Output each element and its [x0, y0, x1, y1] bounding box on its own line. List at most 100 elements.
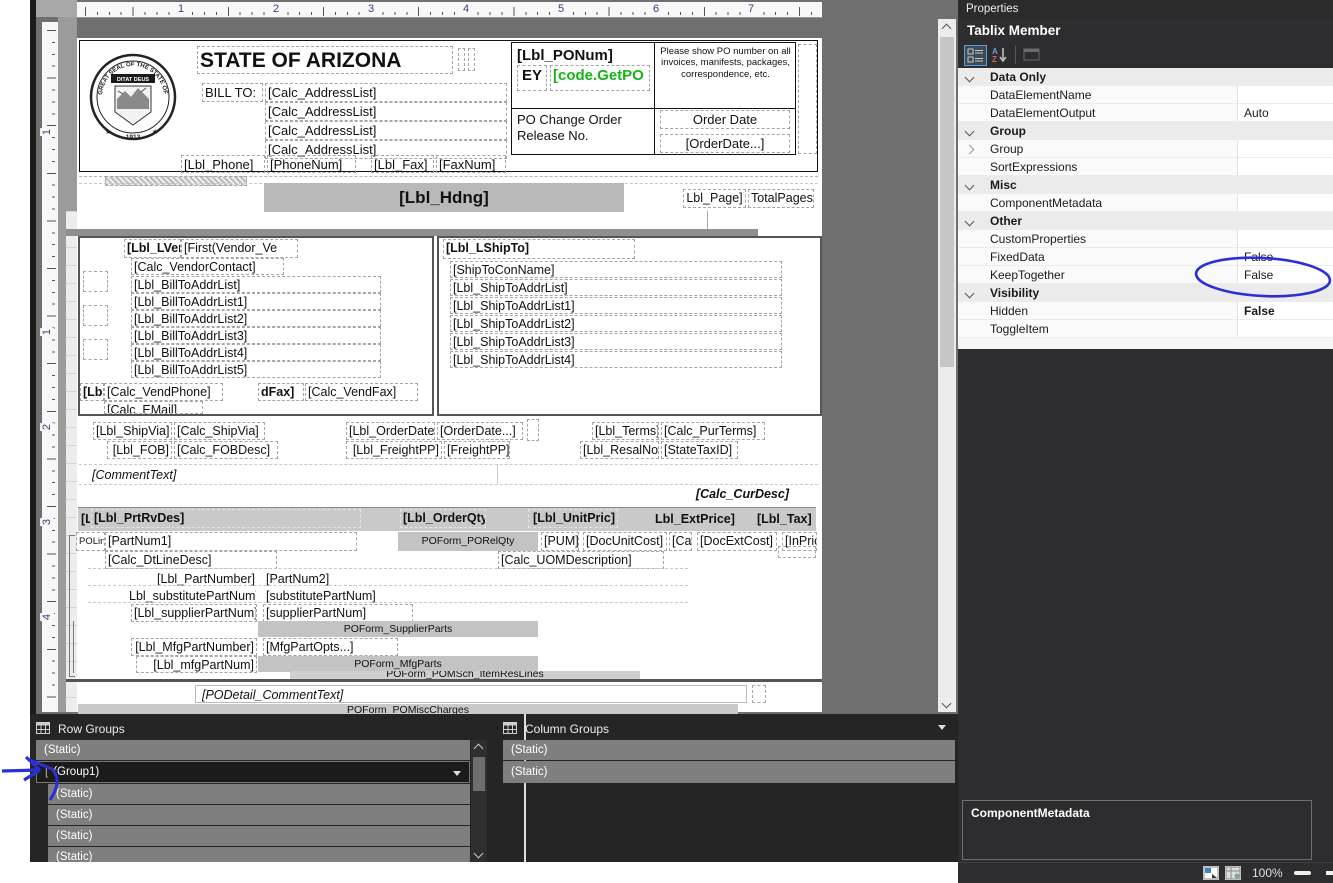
field-vend-fax-label[interactable]: dFax] [258, 383, 304, 401]
field-comment-text[interactable]: [CommentText] [89, 466, 289, 484]
band-supplierparts[interactable]: POForm_SupplierParts [258, 621, 538, 637]
field-orderdate[interactable]: [OrderDate...] [437, 422, 523, 440]
field-poline[interactable]: POLine [76, 532, 105, 551]
row-group-static-3[interactable]: (Static) [48, 805, 470, 825]
row-groups-scrollbar[interactable] [471, 740, 487, 862]
field-statetaxid[interactable]: [StateTaxID] [661, 441, 738, 459]
field-vend-phone-label[interactable]: [Lbl_Bi [80, 383, 104, 401]
field-uomdesc[interactable]: [Calc_UOMDescription] [498, 551, 664, 569]
field-order-date-label[interactable]: Order Date [660, 110, 790, 129]
field-total-pages[interactable]: TotalPages] [748, 189, 814, 208]
field-shipto-addr2[interactable]: [Lbl_ShipToAddrList2] [450, 315, 782, 332]
field-resalno-label[interactable]: [Lbl_ResalNo] [580, 441, 659, 459]
field-pum[interactable]: [PUM] [541, 532, 579, 551]
field-shipvia-label[interactable]: [Lbl_ShipVia] [93, 422, 172, 440]
colhdr-line[interactable]: [Lbl_l [78, 510, 91, 529]
field-mfgpartnumber-label[interactable]: [Lbl_MfgPartNumber] [131, 638, 257, 656]
field-phone-label[interactable]: [Lbl_Phone] [181, 155, 265, 173]
field-billto-addr1[interactable]: [Lbl_BillToAddrList1] [131, 293, 381, 310]
band-misccharges[interactable]: POForm_POMiscCharges [78, 704, 738, 714]
canvas-vertical-scrollbar[interactable] [938, 19, 956, 712]
field-po-key[interactable]: EY [517, 65, 547, 91]
row-group-static-4[interactable]: (Static) [48, 826, 470, 846]
column-group-static-2[interactable]: (Static) [503, 761, 955, 783]
field-podetail-comment[interactable]: [PODetail_CommentText] [199, 686, 499, 705]
colhdr-tax[interactable]: [Lbl_Tax] [754, 510, 814, 529]
column-group-static-1[interactable]: (Static) [503, 740, 955, 760]
properties-panel-title[interactable]: Properties [958, 0, 1333, 18]
field-shipto-conname[interactable]: [ShipToConName] [450, 261, 782, 278]
property-row-toggleitem[interactable]: ToggleItem [958, 320, 1333, 338]
field-freightpp[interactable]: [FreightPP] [444, 441, 510, 459]
property-category-data-only[interactable]: Data Only [958, 68, 1333, 86]
band-mfgparts[interactable]: POForm_MfgParts [258, 656, 538, 672]
property-category-visibility[interactable]: Visibility [958, 284, 1333, 302]
field-heading-band[interactable]: [Lbl_Hdng] [264, 183, 624, 212]
field-supplier-partnum[interactable]: [supplierPartNum] [263, 604, 413, 622]
field-shipvia[interactable]: [Calc_ShipVia] [174, 422, 265, 440]
band-porelqty[interactable]: POForm_PORelQty [398, 532, 538, 551]
field-small-box[interactable] [527, 419, 539, 441]
field-order-date[interactable]: [OrderDate...] [660, 134, 790, 153]
field-po-change-order[interactable]: PO Change Order Release No. [514, 110, 646, 146]
property-row-componentmetadata[interactable]: ComponentMetadata [958, 194, 1333, 212]
scroll-down-icon[interactable] [942, 699, 952, 709]
field-freightpp-label[interactable]: [Lbl_FreightPP] [346, 441, 442, 459]
field-phone-num[interactable]: [PhoneNum] [267, 155, 356, 173]
band-clipped-itemreslines[interactable]: POForm_POMSch_ItemResLines [290, 671, 640, 679]
field-billto-addr[interactable]: [Lbl_BillToAddrList] [131, 276, 381, 293]
field-bill-to-label[interactable]: BILL TO: [202, 83, 263, 102]
property-row-keeptogether[interactable]: KeepTogetherFalse [958, 266, 1333, 284]
row-group-group1[interactable]: [(Group1) [36, 761, 470, 783]
row-group-static-1[interactable]: (Static) [36, 740, 470, 760]
field-po-note[interactable]: Please show PO number on all invoices, m… [657, 44, 794, 106]
design-view-icon[interactable] [1203, 866, 1219, 880]
field-sliver-1[interactable] [458, 48, 465, 71]
property-pages-icon[interactable] [1021, 45, 1044, 66]
property-row-hidden[interactable]: HiddenFalse [958, 302, 1333, 320]
property-row-sortexpressions[interactable]: SortExpressions [958, 158, 1333, 176]
row-group-static-5[interactable]: (Static) [48, 847, 470, 862]
categorized-icon[interactable] [964, 45, 987, 66]
arizona-state-seal[interactable]: GREAT SEAL OF THE STATE OF ARIZONA DITAT… [88, 44, 178, 148]
field-po-num-label[interactable]: [Lbl_PONum] [514, 45, 626, 64]
field-empty-box-1[interactable] [83, 271, 108, 292]
hatched-handle[interactable] [105, 176, 247, 186]
field-vendor-contact[interactable]: [Calc_VendorContact] [131, 258, 284, 275]
field-vend-email[interactable]: [Calc_EMail] [104, 401, 203, 414]
field-shipto-addr[interactable]: [Lbl_ShipToAddrList] [450, 279, 782, 296]
field-shipto-addr1[interactable]: [Lbl_ShipToAddrList1] [450, 297, 782, 314]
field-docunitcost[interactable]: [DocUnitCost] [583, 532, 667, 551]
property-category-other[interactable]: Other [958, 212, 1333, 230]
scroll-up-icon[interactable] [474, 744, 484, 754]
chevron-right-icon[interactable] [965, 145, 975, 155]
field-purterms[interactable]: [Calc_PurTerms] [661, 422, 765, 440]
field-fob-label[interactable]: [Lbl_FOB] [107, 441, 172, 459]
field-billto-addr5[interactable]: [Lbl_BillToAddrList5] [131, 361, 381, 378]
field-curdesc[interactable]: [Calc_CurDesc] [690, 485, 792, 502]
field-address-list-2[interactable]: [Calc_AddressList] [265, 102, 507, 121]
scrollbar-thumb[interactable] [940, 37, 954, 367]
section-divider-bar[interactable] [66, 229, 758, 236]
field-fax-label[interactable]: [Lbl_Fax] [371, 155, 434, 173]
field-orderdate-label[interactable]: [Lbl_OrderDate] [346, 422, 435, 440]
field-first-vendor[interactable]: [First(Vendor_Ve [181, 239, 298, 258]
colhdr-orderqty[interactable]: [Lbl_OrderQty] [400, 509, 486, 528]
field-sliver-2[interactable] [468, 48, 475, 71]
field-right-column[interactable] [798, 44, 817, 154]
field-shipto-addr4[interactable]: [Lbl_ShipToAddrList4] [450, 351, 782, 368]
field-page-label[interactable]: Lbl_Page] [683, 189, 746, 208]
field-vend-phone[interactable]: [Calc_VendPhone] [104, 383, 223, 401]
field-fax-num[interactable]: [FaxNum] [436, 155, 506, 173]
colhdr-extprice[interactable]: Lbl_ExtPrice] [652, 510, 737, 529]
field-calc-clipped[interactable]: [Calc [669, 532, 692, 551]
field-vendor-label[interactable]: [Lbl_LVend [124, 239, 181, 258]
field-partnum1[interactable]: [PartNum1] [105, 532, 357, 551]
property-category-misc[interactable]: Misc [958, 176, 1333, 194]
sort-alphabetical-icon[interactable]: AZ [989, 45, 1012, 66]
property-row-customproperties[interactable]: CustomProperties [958, 230, 1333, 248]
field-mfgpartnum-label[interactable]: [Lbl_mfgPartNum] [136, 656, 257, 673]
grid-view-icon[interactable] [1225, 866, 1241, 880]
dropdown-arrow-icon[interactable] [453, 771, 461, 776]
colhdr-unitpric[interactable]: [Lbl_UnitPric] [528, 509, 618, 528]
